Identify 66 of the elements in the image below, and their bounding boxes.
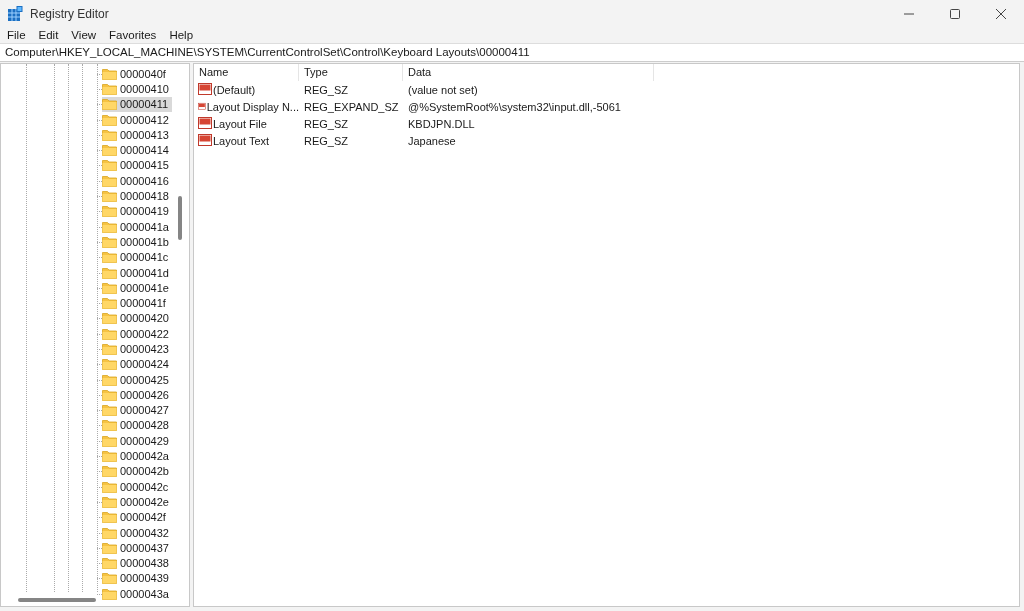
folder-icon bbox=[102, 343, 117, 355]
folder-icon bbox=[102, 159, 117, 172]
folder-icon bbox=[102, 98, 117, 111]
folder-icon bbox=[102, 205, 117, 218]
folder-icon bbox=[102, 419, 117, 432]
folder-icon bbox=[102, 281, 117, 294]
address-bar[interactable]: Computer\HKEY_LOCAL_MACHINE\SYSTEM\CurrentControlSet\Control\Keyboard Layouts\00000411 bbox=[0, 43, 1024, 62]
folder-icon bbox=[102, 67, 117, 80]
folder-icon bbox=[102, 190, 117, 202]
folder-icon bbox=[102, 128, 117, 141]
value-type: REG_SZ bbox=[303, 117, 349, 130]
horizontal-scrollbar[interactable] bbox=[18, 598, 96, 602]
column-header[interactable]: Type bbox=[299, 64, 403, 81]
menu-item[interactable]: File bbox=[7, 29, 26, 41]
folder-icon bbox=[102, 495, 117, 508]
maximize-icon[interactable] bbox=[950, 8, 960, 19]
menu-item[interactable]: Help bbox=[169, 29, 194, 41]
folder-icon bbox=[102, 511, 117, 524]
folder-icon bbox=[102, 557, 117, 570]
column-header[interactable]: Data bbox=[403, 64, 654, 81]
string-value-icon bbox=[198, 117, 212, 130]
folder-icon bbox=[102, 434, 117, 447]
string-value-icon bbox=[198, 100, 206, 113]
value-data: Japanese bbox=[407, 134, 457, 147]
folder-icon bbox=[102, 450, 117, 463]
value-name[interactable]: Layout File bbox=[213, 117, 267, 130]
value-name[interactable]: Layout Text bbox=[213, 134, 270, 147]
value-name[interactable]: Layout Display N... bbox=[206, 100, 299, 113]
menu-item[interactable]: View bbox=[71, 29, 97, 41]
folder-icon bbox=[102, 587, 117, 600]
value-type: REG_EXPAND_SZ bbox=[303, 100, 400, 113]
value-data: @%SystemRoot%\system32\input.dll,-5061 bbox=[407, 100, 622, 113]
folder-icon bbox=[102, 404, 117, 417]
string-value-icon bbox=[198, 134, 212, 147]
folder-icon bbox=[102, 174, 117, 187]
folder-icon bbox=[102, 480, 117, 493]
value-type: REG_SZ bbox=[303, 83, 349, 96]
folder-icon bbox=[102, 113, 117, 126]
folder-icon bbox=[102, 465, 117, 478]
window-title: Registry Editor bbox=[30, 6, 109, 21]
folder-icon bbox=[102, 388, 117, 401]
folder-icon bbox=[102, 297, 117, 310]
folder-icon bbox=[102, 144, 117, 157]
folder-icon bbox=[102, 526, 117, 539]
folder-icon bbox=[102, 266, 117, 279]
vertical-scrollbar[interactable] bbox=[178, 196, 182, 240]
folder-icon bbox=[102, 327, 117, 340]
value-type: REG_SZ bbox=[303, 134, 349, 147]
string-value-icon bbox=[198, 83, 212, 96]
folder-icon bbox=[102, 235, 117, 248]
menu-item[interactable]: Favorites bbox=[109, 29, 157, 41]
folder-icon bbox=[102, 312, 117, 325]
folder-icon bbox=[102, 251, 117, 264]
value-data: KBDJPN.DLL bbox=[407, 117, 476, 130]
value-name[interactable]: (Default) bbox=[213, 83, 256, 96]
column-header[interactable]: Name bbox=[194, 64, 299, 81]
folder-icon bbox=[102, 220, 117, 233]
folder-icon bbox=[102, 572, 117, 585]
value-data: (value not set) bbox=[407, 83, 479, 96]
folder-icon bbox=[102, 373, 117, 386]
menu-item[interactable]: Edit bbox=[38, 29, 59, 41]
registry-app-icon bbox=[7, 5, 23, 22]
folder-icon bbox=[102, 358, 117, 371]
folder-icon bbox=[102, 541, 117, 554]
close-icon[interactable] bbox=[996, 8, 1006, 19]
folder-icon bbox=[102, 82, 117, 95]
